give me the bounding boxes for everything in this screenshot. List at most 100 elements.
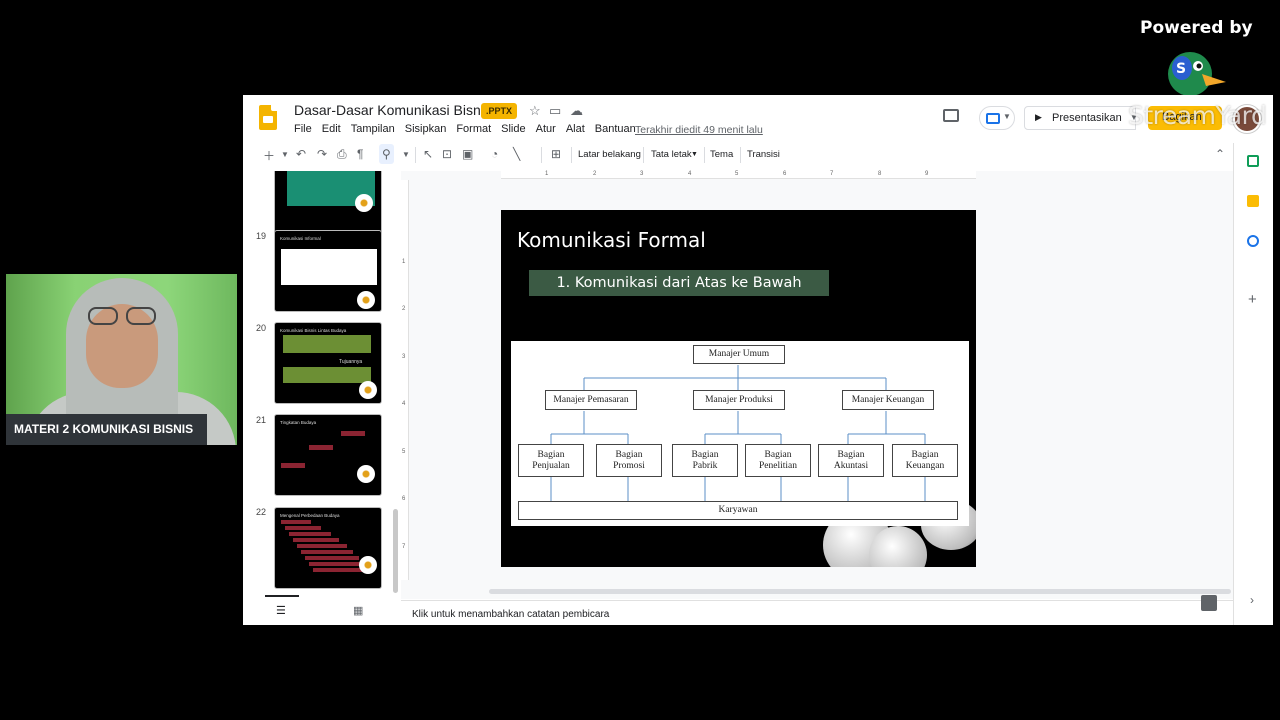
layout-button[interactable]: Tata letak xyxy=(651,149,692,160)
new-slide-dropdown-icon[interactable]: ▼ xyxy=(281,150,289,159)
new-slide-icon[interactable]: ＋ xyxy=(263,147,275,164)
background-button[interactable]: Latar belakang xyxy=(578,149,641,160)
slide-thumbnail-19[interactable]: Komunikasi Informal xyxy=(274,230,382,312)
dept-line: Keuangan xyxy=(905,460,945,471)
menu-tools[interactable]: Alat xyxy=(566,123,585,135)
add-addon-icon[interactable]: + xyxy=(1248,291,1257,308)
thumb-title: Tingkatan Budaya xyxy=(280,420,317,425)
camera-caption: MATERI 2 KOMUNIKASI BISNIS xyxy=(6,414,207,445)
shape-icon[interactable]: ◔ xyxy=(491,147,498,161)
layout-dropdown-icon[interactable]: ▼ xyxy=(691,151,698,158)
ruler-tick: 3 xyxy=(640,171,644,177)
dept-line: Bagian xyxy=(615,449,643,460)
ruler-tick: 1 xyxy=(402,259,406,265)
expand-panel-icon[interactable]: › xyxy=(1250,593,1254,607)
slide-thumbnail-20[interactable]: Komunikasi Bisnis Lintas Budaya Tujuanny… xyxy=(274,322,382,404)
slide-canvas: 1 2 3 4 5 6 7 8 9 1 2 3 4 5 6 7 Komunika… xyxy=(401,171,1233,599)
thumb-bar xyxy=(281,520,311,524)
slide-number: 21 xyxy=(256,415,267,425)
undo-icon[interactable]: ↶ xyxy=(296,147,306,161)
slide-number: 19 xyxy=(256,231,267,241)
move-folder-icon[interactable]: ▭ xyxy=(549,103,561,119)
collapse-toolbar-icon[interactable]: ⌃ xyxy=(1215,147,1225,161)
menu-arrange[interactable]: Atur xyxy=(536,123,556,135)
print-icon[interactable]: ⎙ xyxy=(337,147,347,162)
menu-help[interactable]: Bantuan xyxy=(595,123,636,135)
image-icon[interactable]: ▣ xyxy=(462,147,473,161)
menu-file[interactable]: File xyxy=(294,123,312,135)
ruler-tick: 5 xyxy=(735,171,739,177)
keep-icon[interactable] xyxy=(1247,195,1259,207)
menu-slide[interactable]: Slide xyxy=(501,123,525,135)
filmstrip-footer: ☰ ▦ xyxy=(243,595,398,625)
org-chart[interactable]: Manajer Umum Manajer Pemasaran Manajer P… xyxy=(511,341,969,526)
line-icon[interactable]: ╲ xyxy=(513,147,520,161)
thumb-title: Mengenal Perbedaan Budaya xyxy=(280,513,340,518)
toolbar-divider xyxy=(643,147,644,163)
flower-decoration xyxy=(359,381,377,399)
thumb-bar xyxy=(297,544,347,548)
thumb-text-block xyxy=(283,367,371,383)
canvas-horizontal-scrollbar[interactable] xyxy=(489,589,1231,594)
explore-icon[interactable] xyxy=(1201,595,1217,611)
ruler-tick: 6 xyxy=(402,496,406,502)
document-title[interactable]: Dasar-Dasar Komunikasi Bisnis xyxy=(294,102,491,118)
menu-bar: File Edit Tampilan Sisipkan Format Slide… xyxy=(294,123,636,135)
slide-subtitle[interactable]: 1. Komunikasi dari Atas ke Bawah xyxy=(529,270,829,296)
speaker-notes[interactable]: Klik untuk menambahkan catatan pembicara xyxy=(401,600,1233,625)
presenter-camera: MATERI 2 KOMUNIKASI BISNIS xyxy=(6,274,237,445)
transition-button[interactable]: Transisi xyxy=(747,149,780,160)
chevron-down-icon: ▼ xyxy=(1003,112,1011,121)
filmstrip: 19 Komunikasi Informal 20 Komunikasi Bis… xyxy=(243,171,398,593)
filmstrip-view-icon[interactable]: ☰ xyxy=(276,604,286,617)
toolbar-divider xyxy=(541,147,542,163)
ruler-tick: 8 xyxy=(878,171,882,177)
comments-icon[interactable] xyxy=(943,109,959,122)
menu-insert[interactable]: Sisipkan xyxy=(405,123,447,135)
dept-line: Bagian xyxy=(691,449,719,460)
thumb-text-block xyxy=(283,335,371,353)
thumb-bar xyxy=(309,445,333,450)
org-box-department: Bagian Pabrik xyxy=(672,444,738,477)
select-icon[interactable]: ↖ xyxy=(423,147,433,161)
star-icon[interactable]: ☆ xyxy=(529,103,541,119)
grid-view-icon[interactable]: ▦ xyxy=(353,604,363,617)
flower-decoration xyxy=(355,194,373,212)
filmstrip-scrollbar[interactable] xyxy=(393,509,398,593)
current-slide[interactable]: Komunikasi Formal 1. Komunikasi dari Ata… xyxy=(501,210,976,567)
ruler-tick: 2 xyxy=(593,171,597,177)
menu-format[interactable]: Format xyxy=(456,123,491,135)
tasks-icon[interactable] xyxy=(1247,235,1259,247)
slide-title[interactable]: Komunikasi Formal xyxy=(517,228,706,252)
org-box-employees: Karyawan xyxy=(518,501,958,520)
paint-format-icon[interactable]: ¶ xyxy=(357,147,363,161)
thumb-bar xyxy=(305,556,359,560)
redo-icon[interactable]: ↷ xyxy=(317,147,327,161)
menu-edit[interactable]: Edit xyxy=(322,123,341,135)
ruler-tick: 7 xyxy=(402,544,406,550)
slide-thumbnail-21[interactable]: Tingkatan Budaya xyxy=(274,414,382,496)
zoom-icon[interactable]: ⚲ xyxy=(379,144,394,164)
text-box-icon[interactable]: ⊡ xyxy=(442,147,452,161)
slide-thumbnail-22[interactable]: Mengenal Perbedaan Budaya xyxy=(274,507,382,589)
dept-line: Akuntasi xyxy=(833,460,869,471)
org-box-marketing-manager: Manajer Pemasaran xyxy=(545,390,637,410)
zoom-dropdown-icon[interactable]: ▼ xyxy=(402,150,410,159)
comment-add-icon[interactable]: ⊞ xyxy=(551,147,561,161)
thumb-bar xyxy=(285,526,321,530)
org-chart-connectors xyxy=(550,365,926,501)
theme-button[interactable]: Tema xyxy=(710,149,733,160)
present-button[interactable]: Presentasikan xyxy=(1024,106,1136,130)
slides-logo-icon[interactable] xyxy=(259,105,277,130)
present-options-button[interactable]: ▼ xyxy=(979,106,1015,130)
menu-view[interactable]: Tampilan xyxy=(351,123,395,135)
org-box-department: Bagian Akuntasi xyxy=(818,444,884,477)
dept-line: Bagian xyxy=(537,449,565,460)
thumb-bar xyxy=(309,562,363,566)
toolbar-divider xyxy=(571,147,572,163)
cloud-status-icon[interactable]: ☁ xyxy=(570,103,583,119)
sheets-icon[interactable] xyxy=(1247,155,1259,167)
thumb-orgchart xyxy=(281,249,377,285)
last-edit-link[interactable]: Terakhir diedit 49 menit lalu xyxy=(635,124,763,136)
slides-window: Dasar-Dasar Komunikasi Bisnis .PPTX ☆ ▭ … xyxy=(243,95,1273,625)
